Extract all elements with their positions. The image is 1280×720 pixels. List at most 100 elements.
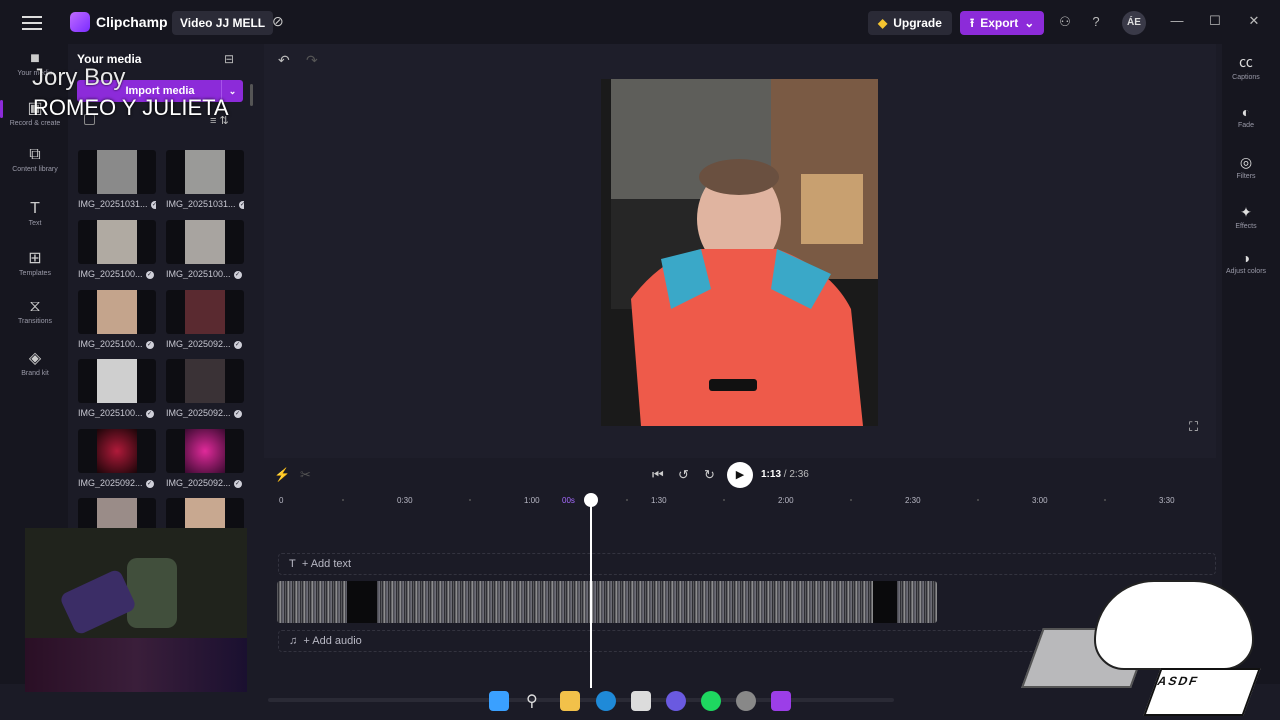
- media-thumbnail: [166, 150, 244, 194]
- media-item[interactable]: IMG_2025092... ✓: [166, 290, 244, 350]
- bongo-cat-sticker: ASDF: [1021, 580, 1280, 720]
- add-text-button[interactable]: T + Add text: [289, 558, 351, 570]
- jar-object: [127, 558, 177, 628]
- ruler-tick: 1:30: [651, 496, 667, 505]
- media-item[interactable]: IMG_2025100... ✓: [78, 290, 156, 350]
- close-icon[interactable]: ✕: [1245, 12, 1263, 30]
- media-scrollbar[interactable]: [250, 84, 253, 106]
- text-track[interactable]: [278, 553, 1216, 575]
- edge-icon[interactable]: [596, 691, 616, 711]
- media-name: IMG_2025100...: [78, 339, 143, 349]
- media-item[interactable]: IMG_2025100... ✓: [78, 359, 156, 419]
- ruler-dot: [626, 499, 628, 501]
- add-text-label: + Add text: [301, 558, 352, 570]
- steam-icon[interactable]: [736, 691, 756, 711]
- media-name: IMG_2025092...: [166, 408, 231, 418]
- fullscreen-icon[interactable]: ⛶: [1189, 419, 1198, 435]
- transitions-icon: ⧖: [29, 298, 41, 315]
- project-name[interactable]: Video JJ MELL: [172, 11, 274, 35]
- playhead[interactable]: [590, 494, 592, 688]
- skip-back-icon[interactable]: ⏮: [652, 467, 664, 483]
- media-name: IMG_2025100...: [166, 269, 231, 279]
- media-item[interactable]: IMG_2025092... ✓: [78, 429, 156, 489]
- store-icon[interactable]: [631, 691, 651, 711]
- library-icon: ⧉: [29, 146, 41, 163]
- search-icon[interactable]: ⚲: [526, 691, 538, 711]
- check-icon: ✓: [233, 479, 242, 488]
- rail-item-transitions[interactable]: ⧖ Transitions: [8, 296, 62, 342]
- media-item[interactable]: IMG_20251031... ✓: [166, 150, 244, 210]
- check-icon: ✓: [238, 200, 244, 209]
- rail-item-templates[interactable]: ⊞ Templates: [8, 246, 62, 292]
- text-icon: T: [289, 558, 299, 570]
- discord-icon[interactable]: [666, 691, 686, 711]
- avatar[interactable]: ÁE: [1122, 11, 1146, 35]
- rail-item-filters[interactable]: ◎ Filters: [1224, 154, 1268, 181]
- video-preview[interactable]: [601, 79, 878, 426]
- rail-item-brand-kit[interactable]: ◈ Brand kit: [8, 346, 62, 392]
- media-thumbnail: [166, 359, 244, 403]
- clip-gap: [873, 581, 897, 623]
- magic-icon[interactable]: ⚡: [274, 467, 290, 483]
- rail-item-effects[interactable]: ✦ Effects: [1224, 204, 1268, 231]
- upgrade-button[interactable]: ◆ Upgrade: [868, 11, 952, 35]
- rail-item-adjust-colors[interactable]: ◑ Adjust colors: [1224, 250, 1268, 276]
- export-button[interactable]: ⭱ Export ⌄: [960, 11, 1045, 35]
- file-explorer-icon[interactable]: [560, 691, 580, 711]
- check-icon: ✓: [145, 479, 154, 488]
- play-button[interactable]: ▶: [727, 462, 753, 488]
- media-thumbnail: [166, 290, 244, 334]
- rail-label: Effects: [1235, 223, 1257, 230]
- clipchamp-taskbar-icon[interactable]: [771, 691, 791, 711]
- help-icon[interactable]: ?: [1087, 13, 1105, 31]
- menu-icon[interactable]: [22, 14, 42, 30]
- captions-icon: ㏄: [1239, 54, 1253, 70]
- chevron-down-icon: ⌄: [1024, 16, 1035, 30]
- media-item[interactable]: IMG_2025092... ✓: [166, 359, 244, 419]
- ruler-dot: [469, 499, 471, 501]
- ruler-tick: 3:00: [1032, 496, 1048, 505]
- music-note-icon: ♫: [289, 635, 301, 647]
- timeline-scrollbar[interactable]: [268, 698, 894, 702]
- ruler-playhead-label: 00s: [562, 496, 575, 505]
- rail-item-content-library[interactable]: ⧉ Content library: [8, 144, 62, 190]
- windows-start-icon[interactable]: [489, 691, 509, 711]
- undo-icon[interactable]: ↶: [278, 52, 290, 69]
- spotify-icon[interactable]: [701, 691, 721, 711]
- maximize-icon[interactable]: ☐: [1206, 12, 1224, 30]
- ruler-dot: [723, 499, 725, 501]
- rail-label: Content library: [12, 166, 58, 173]
- media-item[interactable]: IMG_2025092... ✓: [166, 429, 244, 489]
- media-thumbnail: [78, 290, 156, 334]
- rail-item-captions[interactable]: ㏄ Captions: [1224, 52, 1268, 82]
- overlay-title: Jory Boy: [32, 64, 126, 91]
- rail-label: Text: [28, 220, 42, 227]
- minimize-icon[interactable]: —: [1168, 12, 1186, 30]
- ruler-tick: 2:00: [778, 496, 794, 505]
- rail-item-text[interactable]: T Text: [8, 198, 62, 244]
- sync-off-icon[interactable]: ⊘: [272, 13, 290, 31]
- adjust-colors-icon: ◑: [1241, 250, 1251, 266]
- check-icon: ✓: [145, 409, 154, 418]
- media-item[interactable]: IMG_2025100... ✓: [166, 220, 244, 280]
- phone-object: [58, 568, 138, 636]
- media-item[interactable]: IMG_2025100... ✓: [78, 220, 156, 280]
- playhead-handle[interactable]: [584, 493, 598, 507]
- brand-kit-icon: ◈: [28, 350, 42, 367]
- collapse-panel-icon[interactable]: ⊟: [224, 52, 234, 66]
- ruler-tick: 0: [279, 496, 284, 505]
- ruler-tick: 0:30: [397, 496, 413, 505]
- clipchamp-logo-icon: [70, 12, 90, 32]
- video-clip[interactable]: [277, 581, 937, 623]
- media-name: IMG_2025092...: [166, 339, 231, 349]
- forward-icon[interactable]: ↻: [704, 467, 715, 483]
- media-item[interactable]: IMG_20251031... ✓: [78, 150, 156, 210]
- diamond-icon: ◆: [878, 16, 888, 30]
- share-icon[interactable]: ⚇: [1056, 13, 1074, 31]
- media-name: IMG_2025092...: [166, 478, 231, 488]
- rewind-icon[interactable]: ↺: [678, 467, 689, 483]
- video-frame: [601, 79, 878, 426]
- rail-item-fade[interactable]: ◐ Fade: [1224, 104, 1268, 130]
- add-audio-button[interactable]: ♫ + Add audio: [289, 635, 362, 647]
- media-thumbnail: [78, 150, 156, 194]
